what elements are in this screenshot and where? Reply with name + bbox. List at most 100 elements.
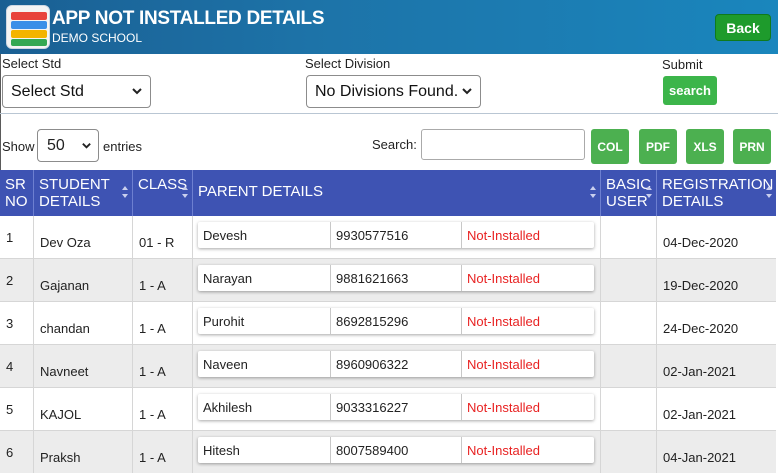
prn-button[interactable]: PRN xyxy=(733,129,771,164)
class-cell: 1 - A xyxy=(133,345,193,388)
parent-name: Narayan xyxy=(198,265,331,291)
std-select-value: Select Std xyxy=(11,82,84,100)
install-status: Not-Installed xyxy=(467,227,540,243)
sort-icon xyxy=(122,186,128,198)
std-select[interactable]: Select Std xyxy=(2,75,151,108)
class-cell: 1 - A xyxy=(133,388,193,431)
class-cell-text: 1 - A xyxy=(139,364,166,379)
registration-date-cell-text: 04-Jan-2021 xyxy=(663,450,736,465)
registration-date-cell: 02-Jan-2021 xyxy=(657,388,776,431)
class-cell-text: 1 - A xyxy=(139,321,166,336)
app-header: APP NOT INSTALLED DETAILS DEMO SCHOOL Ba… xyxy=(0,0,778,54)
parent-card: Devesh 9930577516 Not-Installed xyxy=(198,222,594,248)
search-label: Search: xyxy=(372,137,417,152)
parent-card: Narayan 9881621663 Not-Installed xyxy=(198,265,594,291)
student-name-cell: Gajanan xyxy=(34,259,133,302)
registration-date-cell-text: 02-Jan-2021 xyxy=(663,364,736,379)
entries-select[interactable]: 50 xyxy=(37,129,99,162)
sr-no-cell: 2 xyxy=(0,259,34,302)
parent-name: Akhilesh xyxy=(198,394,331,420)
table-row: 1 Dev Oza 01 - R 04-Dec-2020 Devesh 993057751… xyxy=(0,216,776,259)
class-cell: 01 - R xyxy=(133,216,193,259)
sort-icon xyxy=(590,186,596,198)
table-row: 4 Navneet 1 - A 02-Jan-2021 Naveen 8960906322… xyxy=(0,345,776,388)
entries-select-value: 50 xyxy=(47,136,65,154)
chevron-down-icon xyxy=(132,88,142,95)
sr-no-cell-text: 4 xyxy=(6,359,14,374)
class-cell-text: 1 - A xyxy=(139,450,166,465)
class-cell-text: 01 - R xyxy=(139,235,175,250)
registration-date-cell: 04-Jan-2021 xyxy=(657,431,776,473)
column-sr-no[interactable]: SR NO xyxy=(0,170,34,216)
basic-user-cell xyxy=(601,431,657,473)
page-title: APP NOT INSTALLED DETAILS xyxy=(52,8,325,29)
install-status: Not-Installed xyxy=(467,399,540,415)
student-name-cell: Praksh xyxy=(34,431,133,473)
school-logo-icon xyxy=(6,5,50,49)
divider xyxy=(0,113,778,114)
class-cell-text: 1 - A xyxy=(139,407,166,422)
install-status: Not-Installed xyxy=(467,356,540,372)
class-cell: 1 - A xyxy=(133,431,193,473)
basic-user-cell xyxy=(601,302,657,345)
division-select[interactable]: No Divisions Found. xyxy=(306,75,481,108)
registration-date-cell: 24-Dec-2020 xyxy=(657,302,776,345)
submit-label: Submit xyxy=(662,57,703,72)
install-status: Not-Installed xyxy=(467,270,540,286)
registration-date-cell-text: 02-Jan-2021 xyxy=(663,407,736,422)
table-row: 3 chandan 1 - A 24-Dec-2020 Purohit 869281529… xyxy=(0,302,776,345)
class-cell: 1 - A xyxy=(133,259,193,302)
xls-button[interactable]: XLS xyxy=(686,129,724,164)
column-class[interactable]: CLASS xyxy=(133,170,193,216)
install-status: Not-Installed xyxy=(467,313,540,329)
chevron-down-icon xyxy=(462,88,472,95)
basic-user-cell xyxy=(601,388,657,431)
sort-icon xyxy=(646,186,652,198)
back-button[interactable]: Back xyxy=(715,14,771,41)
parent-phone: 8692815296 xyxy=(331,308,462,334)
search-input[interactable] xyxy=(421,129,585,160)
sr-no-cell: 1 xyxy=(0,216,34,259)
column-basic-user[interactable]: BASIC USER xyxy=(601,170,657,216)
division-select-value: No Divisions Found. xyxy=(315,82,459,100)
sort-icon xyxy=(182,186,188,198)
parent-name: Hitesh xyxy=(198,437,331,463)
parent-card: Hitesh 8007589400 Not-Installed xyxy=(198,437,594,463)
sr-no-cell-text: 2 xyxy=(6,273,14,288)
student-name-cell: Navneet xyxy=(34,345,133,388)
parent-phone: 9881621663 xyxy=(331,265,462,291)
basic-user-cell xyxy=(601,216,657,259)
parent-name: Purohit xyxy=(198,308,331,334)
registration-date-cell-text: 24-Dec-2020 xyxy=(663,321,739,336)
table-row: 2 Gajanan 1 - A 19-Dec-2020 Narayan 988162166… xyxy=(0,259,776,302)
student-name-cell: Dev Oza xyxy=(34,216,133,259)
student-name-cell-text: KAJOL xyxy=(40,407,82,422)
registration-date-cell-text: 04-Dec-2020 xyxy=(663,235,739,250)
student-name-cell-text: Praksh xyxy=(40,450,81,465)
show-label: Show xyxy=(2,139,35,154)
chevron-down-icon xyxy=(82,143,91,149)
parent-card: Purohit 8692815296 Not-Installed xyxy=(198,308,594,334)
pdf-button[interactable]: PDF xyxy=(639,129,677,164)
sr-no-cell: 4 xyxy=(0,345,34,388)
division-label: Select Division xyxy=(305,56,391,71)
column-parent-details[interactable]: PARENT DETAILS xyxy=(193,170,601,216)
column-registration-details[interactable]: REGISTRATION DETAILS xyxy=(657,170,776,216)
search-button[interactable]: search xyxy=(663,76,717,105)
column-student-details[interactable]: STUDENT DETAILS xyxy=(34,170,133,216)
school-name: DEMO SCHOOL xyxy=(52,31,143,45)
col-button[interactable]: COL xyxy=(591,129,629,164)
student-name-cell-text: Gajanan xyxy=(40,278,90,293)
student-name-cell-text: Navneet xyxy=(40,364,89,379)
table-row: 5 KAJOL 1 - A 02-Jan-2021 Akhilesh 9033316227… xyxy=(0,388,776,431)
parent-phone: 9033316227 xyxy=(331,394,462,420)
student-name-cell-text: Dev Oza xyxy=(40,235,91,250)
registration-date-cell: 02-Jan-2021 xyxy=(657,345,776,388)
sr-no-cell: 6 xyxy=(0,431,34,473)
parent-phone: 8007589400 xyxy=(331,437,462,463)
table-row: 6 Praksh 1 - A 04-Jan-2021 Hitesh 8007589400 N… xyxy=(0,431,776,473)
registration-date-cell: 04-Dec-2020 xyxy=(657,216,776,259)
sr-no-cell-text: 1 xyxy=(6,230,14,245)
student-name-cell: KAJOL xyxy=(34,388,133,431)
sr-no-cell-text: 5 xyxy=(6,402,14,417)
